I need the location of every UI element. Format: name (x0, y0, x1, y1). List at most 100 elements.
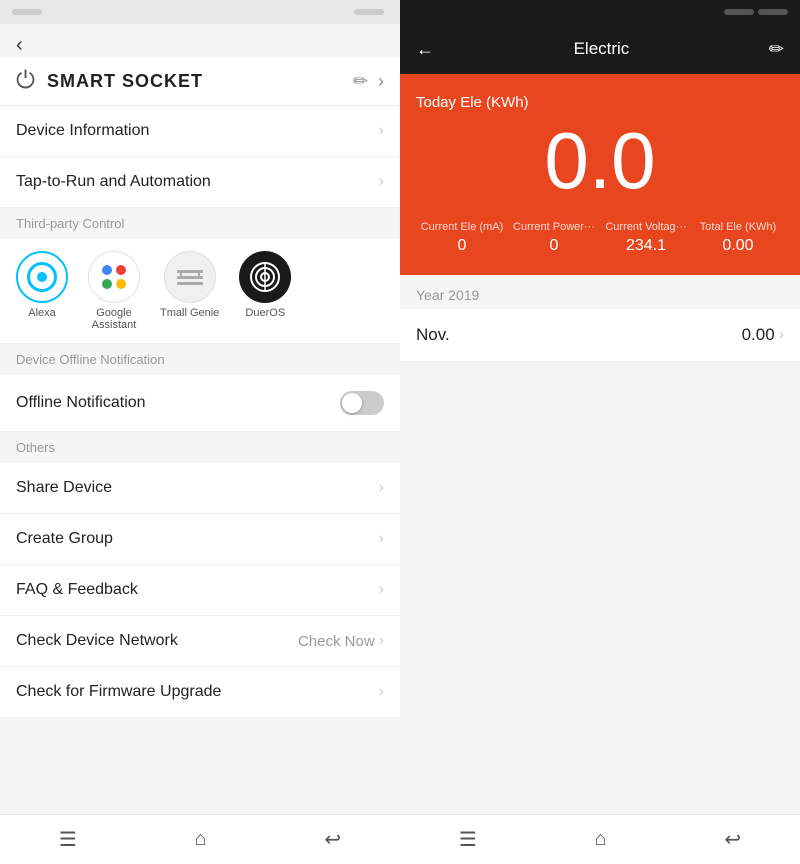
left-scroll: Device Information › Tap-to-Run and Auto… (0, 106, 400, 814)
current-ele-value: 0 (458, 237, 467, 255)
left-menu-icon[interactable]: ☰ (59, 827, 77, 852)
current-power-label: Current Power··· (513, 221, 595, 233)
offline-notification-row: Offline Notification (0, 375, 400, 432)
third-party-grid: Alexa Google Assistant (0, 239, 400, 344)
status-bar-right (400, 0, 800, 24)
nov-value-row: 0.00 › (742, 325, 784, 345)
socket-icon: ⏻ (16, 67, 35, 95)
total-ele-label: Total Ele (KWh) (700, 221, 776, 233)
total-ele-value: 0.00 (722, 237, 753, 255)
device-more-icon[interactable]: › (378, 71, 384, 92)
device-title-row: ⏻ SMART SOCKET ✏ › (0, 57, 400, 106)
year-header: Year 2019 (400, 275, 800, 309)
dueros-item[interactable]: DuerOS (239, 251, 291, 331)
right-bottom-nav: ☰ ⌂ ↩ (400, 814, 800, 864)
google-label: Google Assistant (92, 307, 137, 331)
left-signal-indicator (12, 9, 42, 15)
create-group-label: Create Group (16, 530, 113, 548)
right-edit-icon[interactable]: ✏ (769, 39, 784, 60)
menu-item-device-info[interactable]: Device Information › (0, 106, 400, 157)
left-back-icon[interactable]: ↩ (324, 827, 341, 852)
device-name: SMART SOCKET (47, 71, 203, 92)
offline-toggle[interactable] (340, 391, 384, 415)
alexa-ring (27, 262, 57, 292)
metric-current-power: Current Power··· 0 (508, 221, 600, 255)
check-now-row: Check Now › (298, 632, 384, 650)
nov-chevron: › (779, 326, 784, 344)
left-battery-indicator (354, 9, 384, 15)
status-bar (0, 0, 800, 24)
status-bar-left (0, 0, 400, 24)
dueros-svg (248, 260, 282, 294)
check-network-label: Check Device Network (16, 632, 178, 650)
right-battery-indicator (758, 9, 788, 15)
left-back-button[interactable]: ‹ (16, 34, 23, 57)
right-panel-title: Electric (574, 39, 630, 59)
right-home-icon[interactable]: ⌂ (595, 828, 607, 851)
big-ele-value: 0.0 (416, 121, 784, 201)
offline-section-header: Device Offline Notification (0, 344, 400, 375)
check-now-chevron: › (379, 632, 384, 650)
left-panel: ‹ ⏻ SMART SOCKET ✏ › Device Information … (0, 24, 400, 864)
metric-total-ele: Total Ele (KWh) 0.00 (692, 221, 784, 255)
right-header: ← Electric ✏ (400, 24, 800, 74)
left-header: ‹ (0, 24, 400, 57)
right-scroll: Year 2019 Nov. 0.00 › (400, 275, 800, 814)
alexa-inner (37, 272, 47, 282)
faq-chevron: › (379, 581, 384, 599)
menu-item-faq[interactable]: FAQ & Feedback › (0, 565, 400, 616)
google-dot-blue (102, 265, 112, 275)
metric-current-ele: Current Ele (mA) 0 (416, 221, 508, 255)
main-layout: ‹ ⏻ SMART SOCKET ✏ › Device Information … (0, 24, 800, 864)
device-title-left: ⏻ SMART SOCKET (16, 67, 203, 95)
right-menu-icon[interactable]: ☰ (459, 827, 477, 852)
right-signal-indicator (724, 9, 754, 15)
tap-to-run-label: Tap-to-Run and Automation (16, 173, 211, 191)
check-now-text: Check Now (298, 633, 375, 650)
device-info-label: Device Information (16, 122, 149, 140)
tmall-icon (164, 251, 216, 303)
nov-value: 0.00 (742, 325, 775, 345)
menu-item-check-network[interactable]: Check Device Network Check Now › (0, 616, 400, 667)
toggle-knob (342, 393, 362, 413)
tap-to-run-chevron: › (379, 173, 384, 191)
metrics-row: Current Ele (mA) 0 Current Power··· 0 Cu… (416, 221, 784, 255)
others-section-header: Others (0, 432, 400, 463)
left-home-icon[interactable]: ⌂ (195, 828, 207, 851)
metric-current-voltage: Current Voltag··· 234.1 (600, 221, 692, 255)
google-item[interactable]: Google Assistant (88, 251, 140, 331)
electric-display: Today Ele (KWh) 0.0 Current Ele (mA) 0 C… (400, 74, 800, 275)
tmall-svg (175, 262, 205, 292)
alexa-item[interactable]: Alexa (16, 251, 68, 331)
create-group-chevron: › (379, 530, 384, 548)
current-voltage-value: 234.1 (626, 237, 666, 255)
faq-label: FAQ & Feedback (16, 581, 138, 599)
today-ele-label: Today Ele (KWh) (416, 94, 529, 111)
dueros-label: DuerOS (245, 307, 285, 319)
current-ele-label: Current Ele (mA) (421, 221, 504, 233)
menu-item-create-group[interactable]: Create Group › (0, 514, 400, 565)
google-dot-yellow (116, 279, 126, 289)
device-info-chevron: › (379, 122, 384, 140)
menu-item-tap-to-run[interactable]: Tap-to-Run and Automation › (0, 157, 400, 208)
right-back-icon[interactable]: ↩ (724, 827, 741, 852)
left-bottom-nav: ☰ ⌂ ↩ (0, 814, 400, 864)
device-title-right: ✏ › (353, 71, 384, 92)
right-back-button[interactable]: ← (416, 39, 434, 60)
menu-item-firmware[interactable]: Check for Firmware Upgrade › (0, 667, 400, 718)
current-voltage-label: Current Voltag··· (605, 221, 686, 233)
nov-label: Nov. (416, 325, 450, 345)
menu-item-share-device[interactable]: Share Device › (0, 463, 400, 514)
firmware-label: Check for Firmware Upgrade (16, 683, 221, 701)
right-panel: ← Electric ✏ Today Ele (KWh) 0.0 Current… (400, 24, 800, 864)
alexa-icon (16, 251, 68, 303)
month-item-nov[interactable]: Nov. 0.00 › (400, 309, 800, 362)
google-dots (102, 265, 126, 289)
google-dot-red (116, 265, 126, 275)
device-edit-icon[interactable]: ✏ (353, 71, 368, 92)
firmware-chevron: › (379, 683, 384, 701)
google-icon (88, 251, 140, 303)
dueros-icon (239, 251, 291, 303)
tmall-item[interactable]: Tmall Genie (160, 251, 219, 331)
tmall-label: Tmall Genie (160, 307, 219, 319)
